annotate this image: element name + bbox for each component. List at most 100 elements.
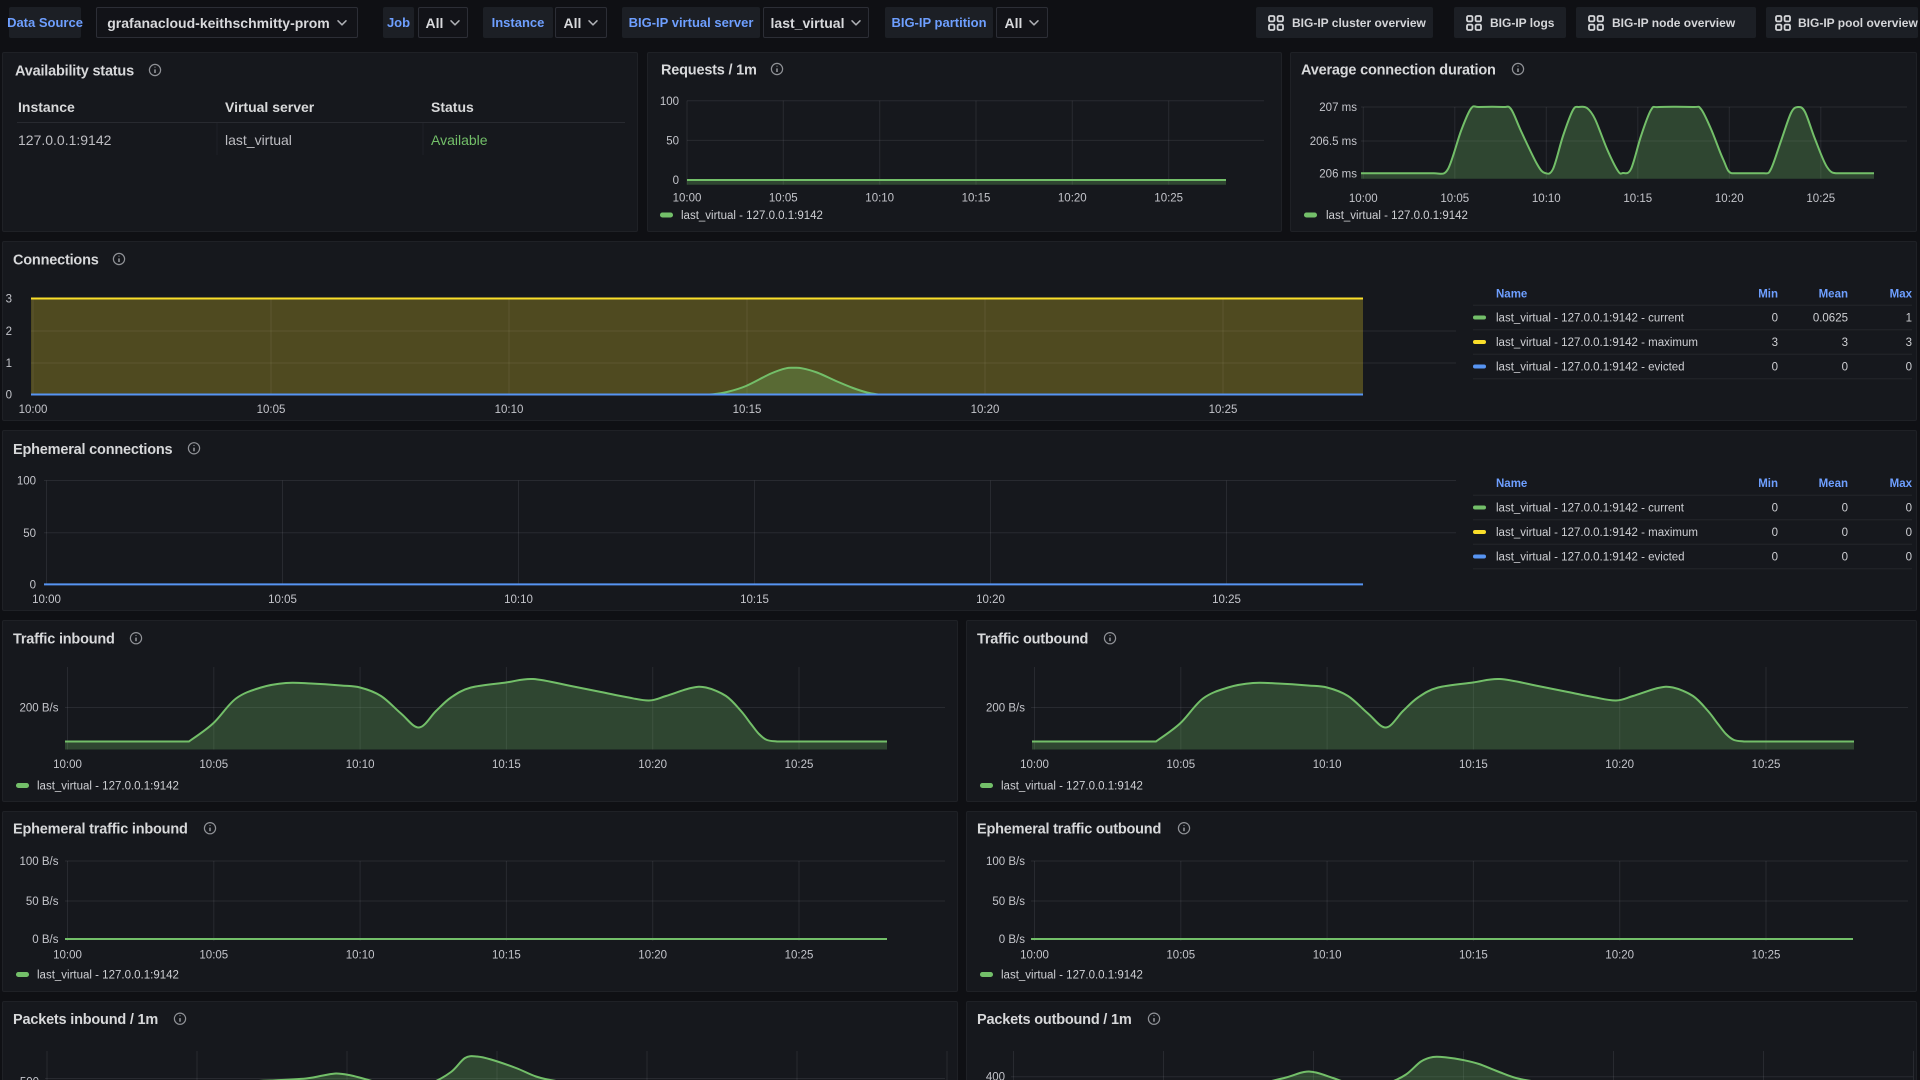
svg-text:3: 3 [1842, 337, 1848, 349]
svg-text:10:00: 10:00 [53, 759, 82, 771]
svg-text:127.0.0.1:9142: 127.0.0.1:9142 [18, 132, 112, 148]
svg-text:last_virtual - 127.0.0.1:9142: last_virtual - 127.0.0.1:9142 [1001, 970, 1143, 982]
svg-text:Instance: Instance [18, 99, 75, 115]
svg-text:100: 100 [660, 96, 679, 108]
svg-text:10:05: 10:05 [257, 404, 286, 416]
svg-text:0: 0 [1906, 527, 1912, 539]
svg-text:10:20: 10:20 [1605, 759, 1634, 771]
svg-text:Ephemeral connections: Ephemeral connections [13, 442, 173, 458]
svg-text:Traffic inbound: Traffic inbound [13, 632, 115, 648]
svg-text:Packets outbound / 1m: Packets outbound / 1m [977, 1012, 1132, 1028]
svg-text:10:25: 10:25 [1154, 193, 1183, 205]
svg-text:10:15: 10:15 [492, 950, 521, 962]
svg-text:0 B/s: 0 B/s [999, 934, 1025, 946]
svg-text:1: 1 [1906, 313, 1912, 325]
svg-text:100 B/s: 100 B/s [986, 856, 1025, 868]
svg-text:400: 400 [986, 1072, 1005, 1080]
svg-text:10:10: 10:10 [346, 759, 375, 771]
svg-text:last_virtual - 127.0.0.1:9142: last_virtual - 127.0.0.1:9142 - evicted [1496, 362, 1685, 374]
svg-text:last_virtual - 127.0.0.1:9142: last_virtual - 127.0.0.1:9142 - current [1496, 503, 1685, 515]
svg-text:10:25: 10:25 [785, 759, 814, 771]
svg-text:0: 0 [1772, 527, 1778, 539]
svg-text:0: 0 [1842, 527, 1848, 539]
svg-text:last_virtual - 127.0.0.1:9142: last_virtual - 127.0.0.1:9142 [1326, 210, 1468, 222]
svg-text:10:05: 10:05 [199, 759, 228, 771]
svg-text:50 B/s: 50 B/s [992, 896, 1025, 908]
svg-text:last_virtual - 127.0.0.1:9142: last_virtual - 127.0.0.1:9142 - evicted [1496, 552, 1685, 564]
svg-text:10:20: 10:20 [971, 404, 1000, 416]
svg-text:0: 0 [1772, 503, 1778, 515]
svg-text:last_virtual - 127.0.0.1:9142: last_virtual - 127.0.0.1:9142 [681, 210, 823, 222]
svg-text:last_virtual - 127.0.0.1:9142: last_virtual - 127.0.0.1:9142 - current [1496, 313, 1685, 325]
svg-text:10:05: 10:05 [199, 950, 228, 962]
svg-text:10:05: 10:05 [769, 193, 798, 205]
svg-text:100: 100 [17, 476, 36, 488]
svg-text:10:25: 10:25 [1212, 594, 1241, 606]
svg-text:0: 0 [1842, 503, 1848, 515]
svg-text:Ephemeral traffic inbound: Ephemeral traffic inbound [13, 822, 188, 838]
svg-text:10:05: 10:05 [268, 594, 297, 606]
svg-text:10:15: 10:15 [740, 594, 769, 606]
svg-text:Connections: Connections [13, 253, 99, 269]
svg-text:10:20: 10:20 [1715, 193, 1744, 205]
svg-text:0.0625: 0.0625 [1813, 313, 1848, 325]
svg-text:10:00: 10:00 [1349, 193, 1378, 205]
svg-text:Requests / 1m: Requests / 1m [661, 63, 757, 79]
svg-text:10:10: 10:10 [504, 594, 533, 606]
svg-text:Traffic outbound: Traffic outbound [977, 632, 1088, 648]
svg-text:0: 0 [6, 390, 12, 402]
svg-text:50: 50 [666, 136, 679, 148]
svg-text:10:15: 10:15 [1459, 950, 1488, 962]
svg-text:Packets inbound / 1m: Packets inbound / 1m [13, 1012, 158, 1028]
svg-text:207 ms: 207 ms [1319, 102, 1357, 114]
svg-text:10:15: 10:15 [962, 193, 991, 205]
svg-text:10:05: 10:05 [1440, 193, 1469, 205]
svg-text:200 B/s: 200 B/s [986, 703, 1025, 715]
svg-text:0: 0 [1906, 362, 1912, 374]
svg-text:Ephemeral traffic outbound: Ephemeral traffic outbound [977, 822, 1161, 838]
svg-text:10:20: 10:20 [638, 950, 667, 962]
svg-text:last_virtual - 127.0.0.1:9142: last_virtual - 127.0.0.1:9142 [1001, 781, 1143, 793]
svg-text:10:15: 10:15 [1459, 759, 1488, 771]
svg-text:Availability status: Availability status [15, 64, 134, 80]
svg-text:Max: Max [1890, 478, 1913, 490]
svg-text:10:10: 10:10 [1532, 193, 1561, 205]
svg-text:0: 0 [1772, 362, 1778, 374]
svg-text:Mean: Mean [1819, 478, 1848, 490]
svg-text:10:05: 10:05 [1166, 759, 1195, 771]
svg-text:100 B/s: 100 B/s [20, 856, 59, 868]
svg-text:0: 0 [1842, 362, 1848, 374]
svg-text:10:20: 10:20 [1058, 193, 1087, 205]
svg-text:200 B/s: 200 B/s [20, 703, 59, 715]
svg-text:last_virtual - 127.0.0.1:9142: last_virtual - 127.0.0.1:9142 - maximum [1496, 337, 1698, 349]
svg-text:10:00: 10:00 [673, 193, 702, 205]
svg-text:10:05: 10:05 [1166, 950, 1195, 962]
svg-text:10:10: 10:10 [1313, 950, 1342, 962]
svg-text:10:20: 10:20 [1605, 950, 1634, 962]
svg-text:Status: Status [431, 99, 474, 115]
svg-text:Name: Name [1496, 478, 1527, 490]
svg-text:Min: Min [1758, 478, 1778, 490]
svg-text:10:15: 10:15 [1623, 193, 1652, 205]
svg-text:206 ms: 206 ms [1319, 169, 1357, 181]
svg-text:10:25: 10:25 [1752, 759, 1781, 771]
svg-text:3: 3 [1906, 337, 1912, 349]
svg-text:10:25: 10:25 [1752, 950, 1781, 962]
svg-text:10:20: 10:20 [976, 594, 1005, 606]
svg-text:1: 1 [6, 358, 12, 370]
svg-text:50: 50 [23, 528, 36, 540]
svg-text:last_virtual - 127.0.0.1:9142: last_virtual - 127.0.0.1:9142 - maximum [1496, 527, 1698, 539]
svg-text:Min: Min [1758, 289, 1778, 301]
svg-text:10:10: 10:10 [346, 950, 375, 962]
svg-text:0: 0 [673, 175, 679, 187]
svg-text:last_virtual - 127.0.0.1:9142: last_virtual - 127.0.0.1:9142 [37, 970, 179, 982]
svg-text:10:00: 10:00 [1020, 950, 1049, 962]
svg-text:50 B/s: 50 B/s [26, 896, 59, 908]
svg-text:10:25: 10:25 [1806, 193, 1835, 205]
svg-text:0: 0 [1906, 503, 1912, 515]
svg-text:0: 0 [1772, 552, 1778, 564]
svg-text:0: 0 [30, 580, 36, 592]
svg-text:10:00: 10:00 [53, 950, 82, 962]
svg-text:0: 0 [1842, 552, 1848, 564]
svg-text:Virtual server: Virtual server [225, 99, 315, 115]
